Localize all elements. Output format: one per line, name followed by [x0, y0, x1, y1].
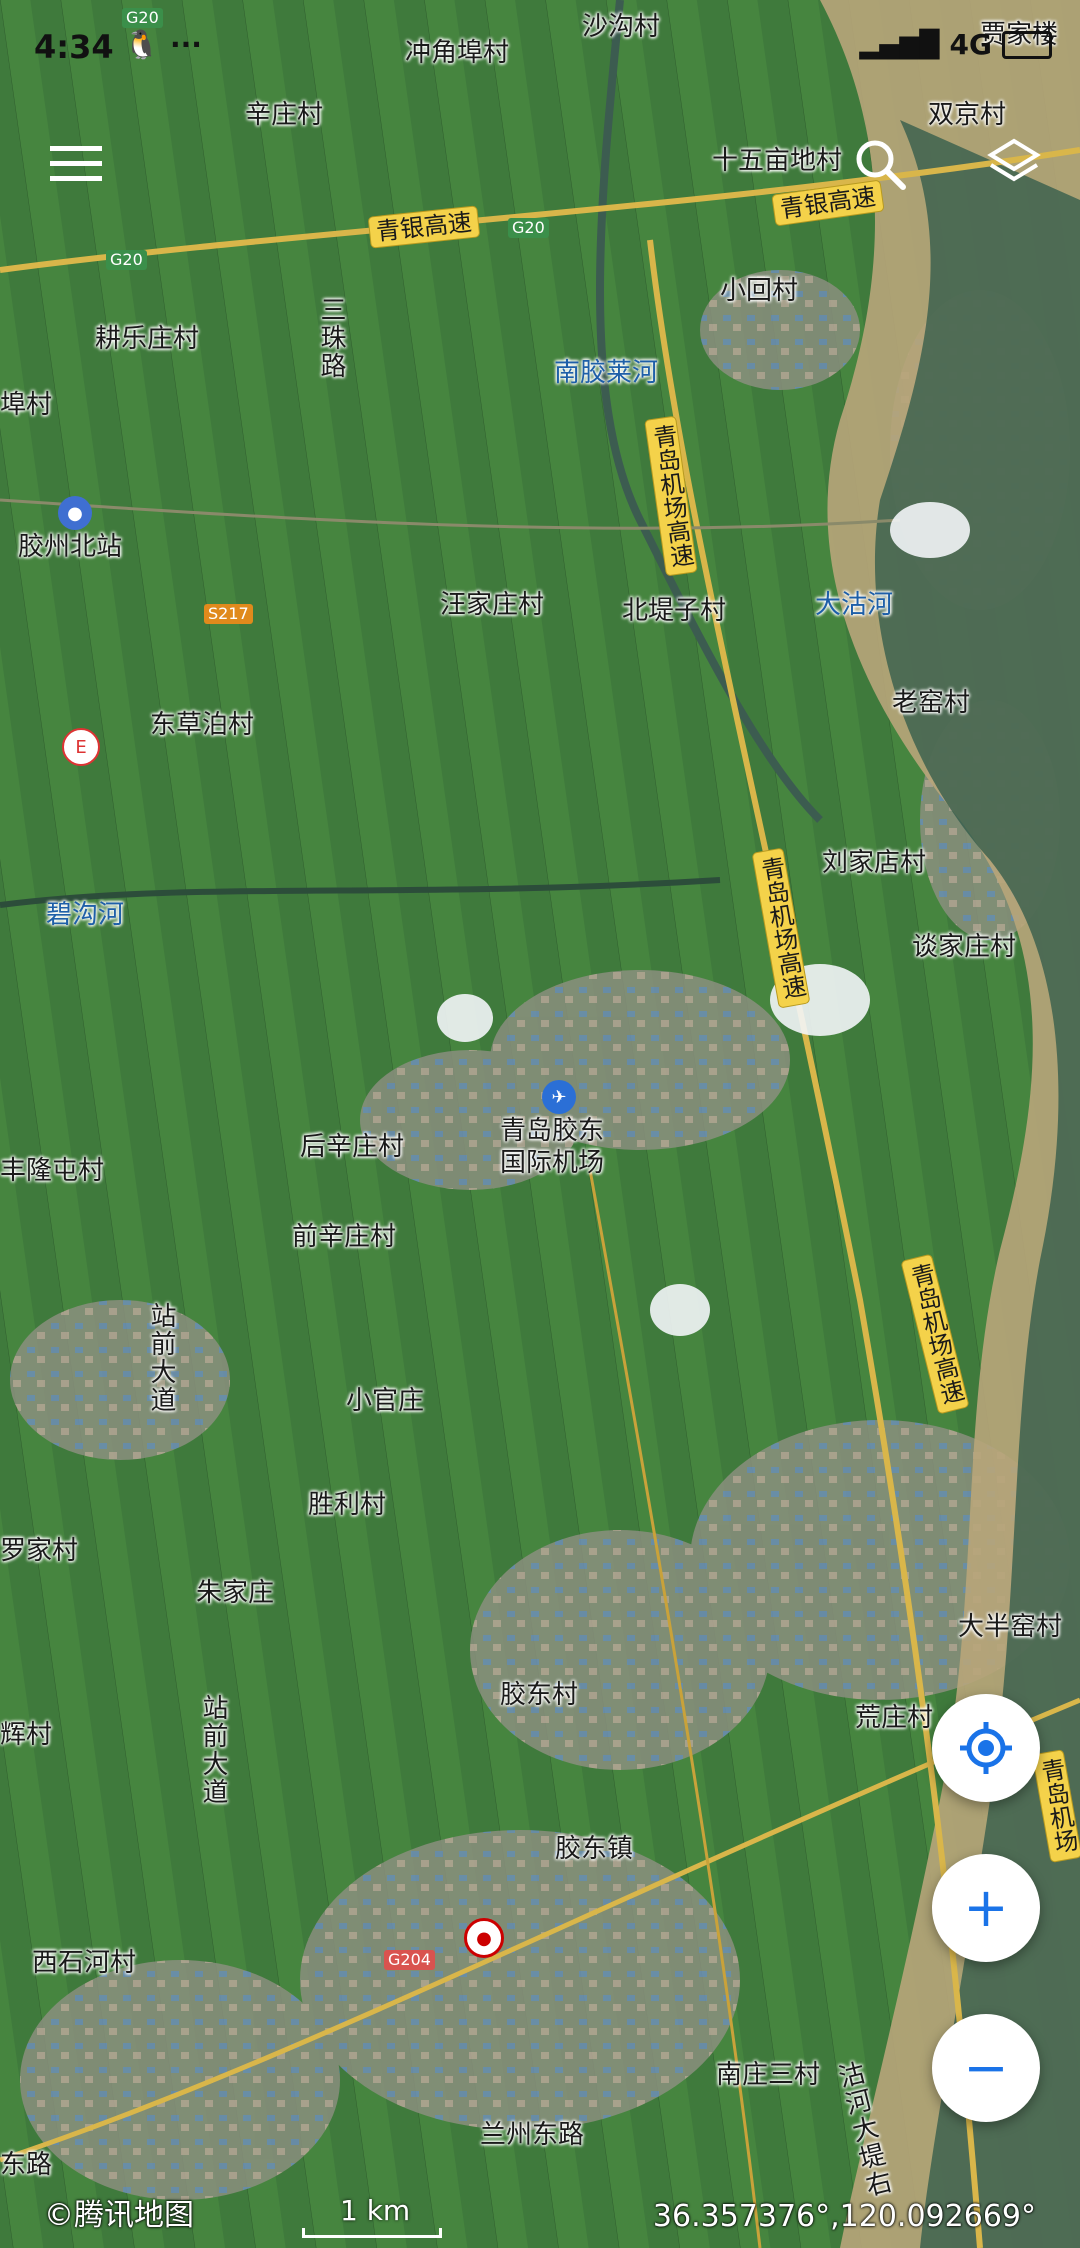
river-label: 碧沟河 [46, 900, 125, 930]
map-label: 朱家庄 [196, 1578, 275, 1608]
map-label: 耕乐庄村 [95, 324, 200, 354]
river-label: 大沽河 [815, 590, 894, 620]
map-label: 西石河村 [32, 1948, 137, 1978]
map-label: 东路 [0, 2150, 53, 2180]
map-label: 丰隆屯村 [0, 1156, 105, 1186]
plus-icon: + [963, 1876, 1009, 1939]
map-label: 胶东镇 [555, 1834, 634, 1864]
river-label: 南胶莱河 [554, 358, 659, 388]
map-label: 辛庄村 [245, 100, 324, 130]
road-shield: G20 [106, 250, 147, 270]
map-label: 北堤子村 [622, 596, 727, 626]
network-type: 4G [949, 28, 992, 61]
airport-label: 青岛胶东 [500, 1116, 605, 1146]
layers-icon [987, 138, 1041, 182]
map-label: 前辛庄村 [292, 1222, 397, 1252]
map-label: 十五亩地村 [712, 146, 843, 176]
locate-icon [960, 1722, 1012, 1774]
map-label: 站前大道 [198, 1694, 228, 1806]
status-time: 4:34 [34, 28, 114, 66]
qq-icon: 🐧 [124, 28, 159, 61]
map-label: 小回村 [720, 276, 799, 306]
map-label: 埠村 [0, 390, 53, 420]
search-icon [856, 140, 906, 190]
road-shield: G20 [508, 218, 549, 238]
status-more: ··· [170, 28, 202, 61]
map-label: 谈家庄村 [912, 932, 1017, 962]
train-station-icon[interactable]: ● [58, 496, 92, 530]
scale-label: 1 km [340, 2194, 411, 2227]
airport-icon[interactable]: ✈ [542, 1080, 576, 1114]
map-label: 南庄三村 [716, 2060, 821, 2090]
map-label: 站前大道 [146, 1302, 176, 1414]
scale-line [302, 2228, 442, 2238]
copyright-text: ©腾讯地图 [44, 2198, 194, 2233]
battery-icon [1002, 30, 1052, 59]
zoom-out-button[interactable]: − [932, 2014, 1040, 2122]
locate-button[interactable] [932, 1694, 1040, 1802]
zoom-in-button[interactable]: + [932, 1854, 1040, 1962]
signal-icon: ▂▄▆█ [859, 29, 940, 60]
toll-station-icon[interactable]: E [62, 728, 100, 766]
scale-bar: 1 km [302, 2194, 442, 2238]
map-label: 胜利村 [308, 1490, 387, 1520]
map-label: 三珠路 [316, 296, 346, 380]
gas-station-icon[interactable]: ● [464, 1918, 504, 1958]
map-label: 双京村 [928, 100, 1007, 130]
map-label: 辉村 [0, 1720, 53, 1750]
layers-button[interactable] [982, 132, 1046, 196]
status-bar: 4:34 🐧 ··· ▂▄▆█ 4G [0, 0, 1080, 96]
minus-icon: − [963, 2036, 1009, 2099]
map-label: 胶东村 [500, 1680, 579, 1710]
road-shield: S217 [204, 604, 253, 624]
map-label: 兰州东路 [480, 2120, 585, 2150]
map-label: 汪家庄村 [440, 590, 545, 620]
map-label: 小官庄 [346, 1386, 425, 1416]
hamburger-icon [50, 146, 102, 181]
map-label: 东草泊村 [150, 710, 255, 740]
map-label: 罗家村 [0, 1536, 79, 1566]
coordinates-readout: 36.357376°,120.092669° [652, 2199, 1036, 2234]
airport-label: 国际机场 [500, 1148, 605, 1178]
road-shield: G204 [384, 1950, 435, 1970]
map-label: 荒庄村 [855, 1703, 934, 1733]
menu-button[interactable] [44, 132, 108, 196]
map-label: 大半窑村 [958, 1612, 1063, 1642]
map-footer: ©腾讯地图 1 km 36.357376°,120.092669° [0, 2188, 1080, 2248]
map-label: 刘家店村 [822, 848, 927, 878]
map-label: 胶州北站 [18, 532, 123, 562]
map-label: 老窑村 [892, 688, 971, 718]
map-label: 后辛庄村 [300, 1132, 405, 1162]
search-button[interactable] [848, 132, 912, 196]
